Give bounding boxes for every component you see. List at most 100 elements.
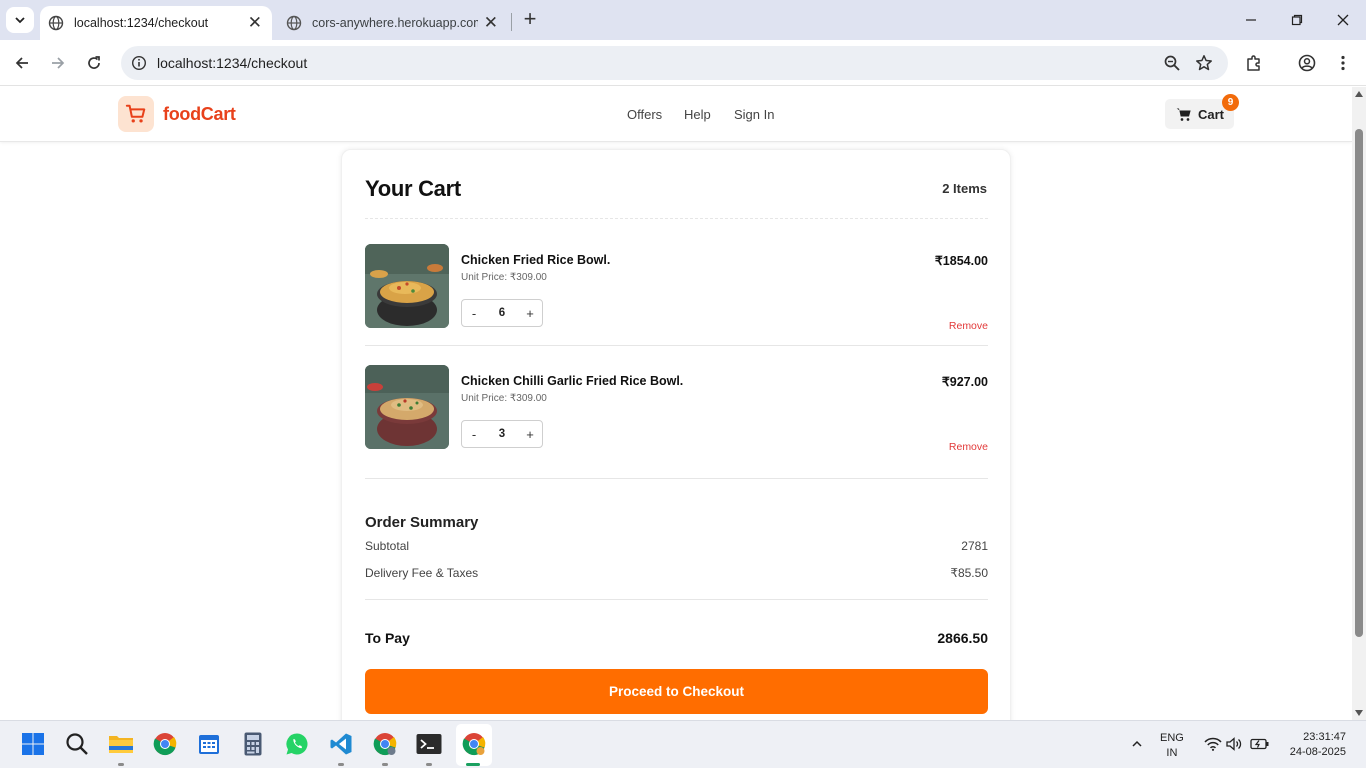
subtotal-value: 2781: [961, 539, 988, 553]
speaker-icon: [1226, 737, 1242, 751]
running-indicator: [426, 763, 432, 766]
taskbar-chrome-active[interactable]: [461, 731, 487, 757]
nav-sign-in[interactable]: Sign In: [734, 107, 774, 122]
tab-cors-anywhere[interactable]: cors-anywhere.herokuapp.com/ ✕: [278, 6, 508, 40]
scrollbar-thumb[interactable]: [1355, 129, 1363, 637]
cart-count-badge: 9: [1222, 94, 1239, 111]
cart-card: Your Cart 2 Items Chicken Fried Rice Bow…: [341, 149, 1011, 720]
decrease-quantity-button[interactable]: -: [462, 427, 486, 442]
taskbar-chrome[interactable]: [152, 731, 178, 757]
divider: [365, 345, 988, 346]
chrome-icon: [373, 733, 397, 756]
wifi-icon: [1204, 737, 1222, 751]
taskbar-calculator[interactable]: [240, 731, 266, 757]
extensions-button[interactable]: [1241, 50, 1267, 76]
food-image: [365, 365, 449, 449]
back-button[interactable]: [9, 50, 35, 76]
increase-quantity-button[interactable]: +: [518, 306, 542, 321]
nav-offers[interactable]: Offers: [627, 107, 662, 122]
nav-help[interactable]: Help: [684, 107, 711, 122]
folder-icon: [109, 736, 133, 753]
running-indicator: [118, 763, 124, 766]
decrease-quantity-button[interactable]: -: [462, 306, 486, 321]
taskbar-terminal[interactable]: [416, 731, 442, 757]
minimize-icon: [1246, 19, 1256, 21]
taskbar-file-explorer[interactable]: [108, 731, 134, 757]
order-summary-title: Order Summary: [365, 514, 479, 531]
close-window-button[interactable]: [1320, 0, 1366, 40]
page-viewport: foodCart Offers Help Sign In Cart 9 Your…: [0, 87, 1352, 720]
close-icon: [1337, 14, 1349, 26]
language-code: ENG: [1160, 732, 1184, 744]
increase-quantity-button[interactable]: +: [518, 427, 542, 442]
logo[interactable]: [118, 96, 154, 132]
calendar-icon: [199, 735, 219, 754]
running-indicator: [382, 763, 388, 766]
taskbar-vscode[interactable]: [328, 731, 354, 757]
chrome-icon: [462, 733, 486, 756]
chrome-icon: [153, 733, 177, 756]
new-tab-button[interactable]: +: [518, 8, 542, 32]
vscode-icon: [330, 733, 352, 755]
tab-title: cors-anywhere.herokuapp.com/: [312, 16, 478, 30]
input-language-indicator[interactable]: ENG IN: [1160, 731, 1184, 761]
tab-title: localhost:1234/checkout: [74, 16, 209, 30]
restore-button[interactable]: [1274, 0, 1320, 40]
quantity-value: 3: [498, 428, 506, 440]
taskbar-whatsapp[interactable]: [284, 731, 310, 757]
close-tab-icon[interactable]: ✕: [248, 13, 262, 33]
show-hidden-icons-button[interactable]: [1124, 731, 1150, 757]
remove-item-button[interactable]: Remove: [949, 441, 988, 453]
taskbar-chrome-profile[interactable]: [372, 731, 398, 757]
taskbar-calendar[interactable]: [196, 731, 222, 757]
whatsapp-icon: [286, 733, 308, 755]
quantity-stepper: - 6 +: [461, 299, 543, 327]
forward-button[interactable]: [45, 50, 71, 76]
food-image: [365, 244, 449, 328]
active-indicator: [466, 763, 480, 766]
address-bar[interactable]: localhost:1234/checkout: [121, 46, 1228, 80]
item-total: ₹1854.00: [934, 254, 988, 268]
close-tab-icon[interactable]: ✕: [484, 13, 498, 33]
browser-menu-button[interactable]: [1330, 50, 1356, 76]
cart-item: Chicken Fried Rice Bowl. Unit Price: ₹30…: [365, 244, 988, 332]
tab-divider: [511, 13, 512, 31]
profile-button[interactable]: [1294, 50, 1320, 76]
subtotal-row: Subtotal 2781: [365, 539, 988, 553]
start-button[interactable]: [20, 731, 46, 757]
taskbar-search-button[interactable]: [64, 731, 90, 757]
tab-checkout[interactable]: localhost:1234/checkout ✕: [40, 6, 272, 40]
delivery-fee-label: Delivery Fee & Taxes: [365, 566, 479, 580]
reload-button[interactable]: [81, 50, 107, 76]
site-info-icon[interactable]: [131, 55, 147, 71]
minimize-button[interactable]: [1228, 0, 1274, 40]
scroll-down-icon[interactable]: [1355, 710, 1363, 716]
cart-icon: [1176, 108, 1191, 121]
search-icon: [66, 733, 88, 755]
running-indicator: [338, 763, 344, 766]
brand-name[interactable]: foodCart: [163, 104, 236, 125]
divider: [365, 478, 988, 479]
to-pay-row: To Pay 2866.50: [365, 630, 988, 646]
item-name: Chicken Fried Rice Bowl.: [461, 253, 611, 267]
arrow-left-icon: [15, 57, 28, 69]
volume-status[interactable]: [1222, 731, 1248, 757]
chevron-down-icon: [15, 17, 25, 24]
page-scrollbar[interactable]: [1352, 87, 1366, 720]
proceed-to-checkout-button[interactable]: Proceed to Checkout: [365, 669, 988, 714]
zoom-icon[interactable]: [1163, 54, 1181, 72]
windows-logo-icon: [22, 733, 44, 755]
bookmark-star-icon[interactable]: [1195, 54, 1213, 72]
tab-search-button[interactable]: [6, 7, 34, 33]
clock-time: 23:31:47: [1303, 731, 1346, 743]
cart-item-count: 2 Items: [942, 181, 987, 196]
remove-item-button[interactable]: Remove: [949, 320, 988, 332]
battery-icon: [1250, 738, 1269, 750]
system-clock[interactable]: 23:31:47 24-08-2025: [1290, 730, 1346, 760]
globe-icon: [48, 15, 64, 31]
scroll-up-icon[interactable]: [1355, 91, 1363, 97]
item-name: Chicken Chilli Garlic Fried Rice Bowl.: [461, 374, 684, 388]
battery-status[interactable]: [1247, 731, 1273, 757]
taskbar: ENG IN 23:31:47 24-08-2025: [0, 720, 1366, 768]
to-pay-label: To Pay: [365, 630, 410, 646]
